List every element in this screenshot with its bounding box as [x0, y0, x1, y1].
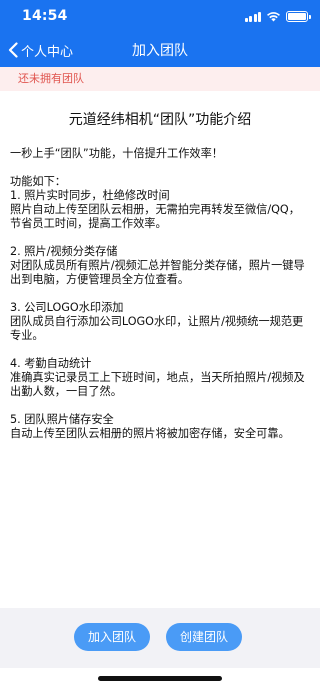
feature-item: 4. 考勤自动统计 准确真实记录员工上下班时间，地点，当天所拍照片/视频及出勤人…	[10, 357, 310, 399]
battery-icon	[286, 10, 311, 22]
feature-item: 2. 照片/视频分类存储 对团队成员所有照片/视频汇总并智能分类存储，照片一键导…	[10, 245, 310, 287]
feature-title: 4. 考勤自动统计	[10, 357, 92, 370]
join-team-button[interactable]: 加入团队	[74, 623, 150, 651]
status-bar: 14:54	[0, 0, 320, 32]
feature-item: 5. 团队照片储存安全 自动上传至团队云相册的照片将被加密存储，安全可靠。	[10, 413, 310, 441]
feature-list: 1. 照片实时同步，杜绝修改时间 照片自动上传至团队云相册，无需拍完再转发至微信…	[10, 189, 310, 441]
intro-lead: 一秒上手“团队”功能，十倍提升工作效率！	[10, 147, 223, 160]
home-indicator	[98, 676, 222, 681]
feature-desc: 自动上传至团队云相册的照片将被加密存储，安全可靠。	[10, 427, 290, 440]
cellular-signal-icon	[244, 11, 261, 22]
intro-title: 元道经纬相机“团队”功能介绍	[68, 112, 252, 128]
create-team-button[interactable]: 创建团队	[166, 623, 242, 651]
action-footer: 加入团队 创建团队	[0, 608, 320, 668]
intro-content: 元道经纬相机“团队”功能介绍 一秒上手“团队”功能，十倍提升工作效率！ 功能如下…	[0, 91, 320, 441]
feature-desc: 团队成员自行添加公司LOGO水印，让照片/视频统一规范更专业。	[10, 315, 304, 342]
feature-title: 2. 照片/视频分类存储	[10, 245, 118, 258]
feature-desc: 准确真实记录员工上下班时间，地点，当天所拍照片/视频及出勤人数，一目了然。	[10, 371, 305, 398]
feature-desc: 对团队成员所有照片/视频汇总并智能分类存储，照片一键导出到电脑，方便管理员全方位…	[10, 259, 305, 286]
status-icons	[244, 10, 311, 22]
status-time: 14:54	[22, 8, 68, 24]
app-header: 14:54 个人中心 加入团队	[0, 0, 320, 67]
feature-title: 5. 团队照片储存安全	[10, 413, 114, 426]
feature-title: 3. 公司LOGO水印添加	[10, 301, 124, 314]
wifi-icon	[266, 7, 281, 26]
feature-title: 1. 照片实时同步，杜绝修改时间	[10, 189, 170, 202]
feature-desc: 照片自动上传至团队云相册，无需拍完再转发至微信/QQ，节省员工时间，提高工作效率…	[10, 203, 300, 230]
features-heading: 功能如下：	[10, 175, 66, 188]
page-title: 加入团队	[132, 43, 188, 59]
feature-item: 3. 公司LOGO水印添加 团队成员自行添加公司LOGO水印，让照片/视频统一规…	[10, 301, 310, 343]
feature-item: 1. 照片实时同步，杜绝修改时间 照片自动上传至团队云相册，无需拍完再转发至微信…	[10, 189, 310, 231]
nav-bar: 个人中心 加入团队	[0, 32, 320, 67]
no-team-notice: 还未拥有团队	[0, 67, 320, 91]
